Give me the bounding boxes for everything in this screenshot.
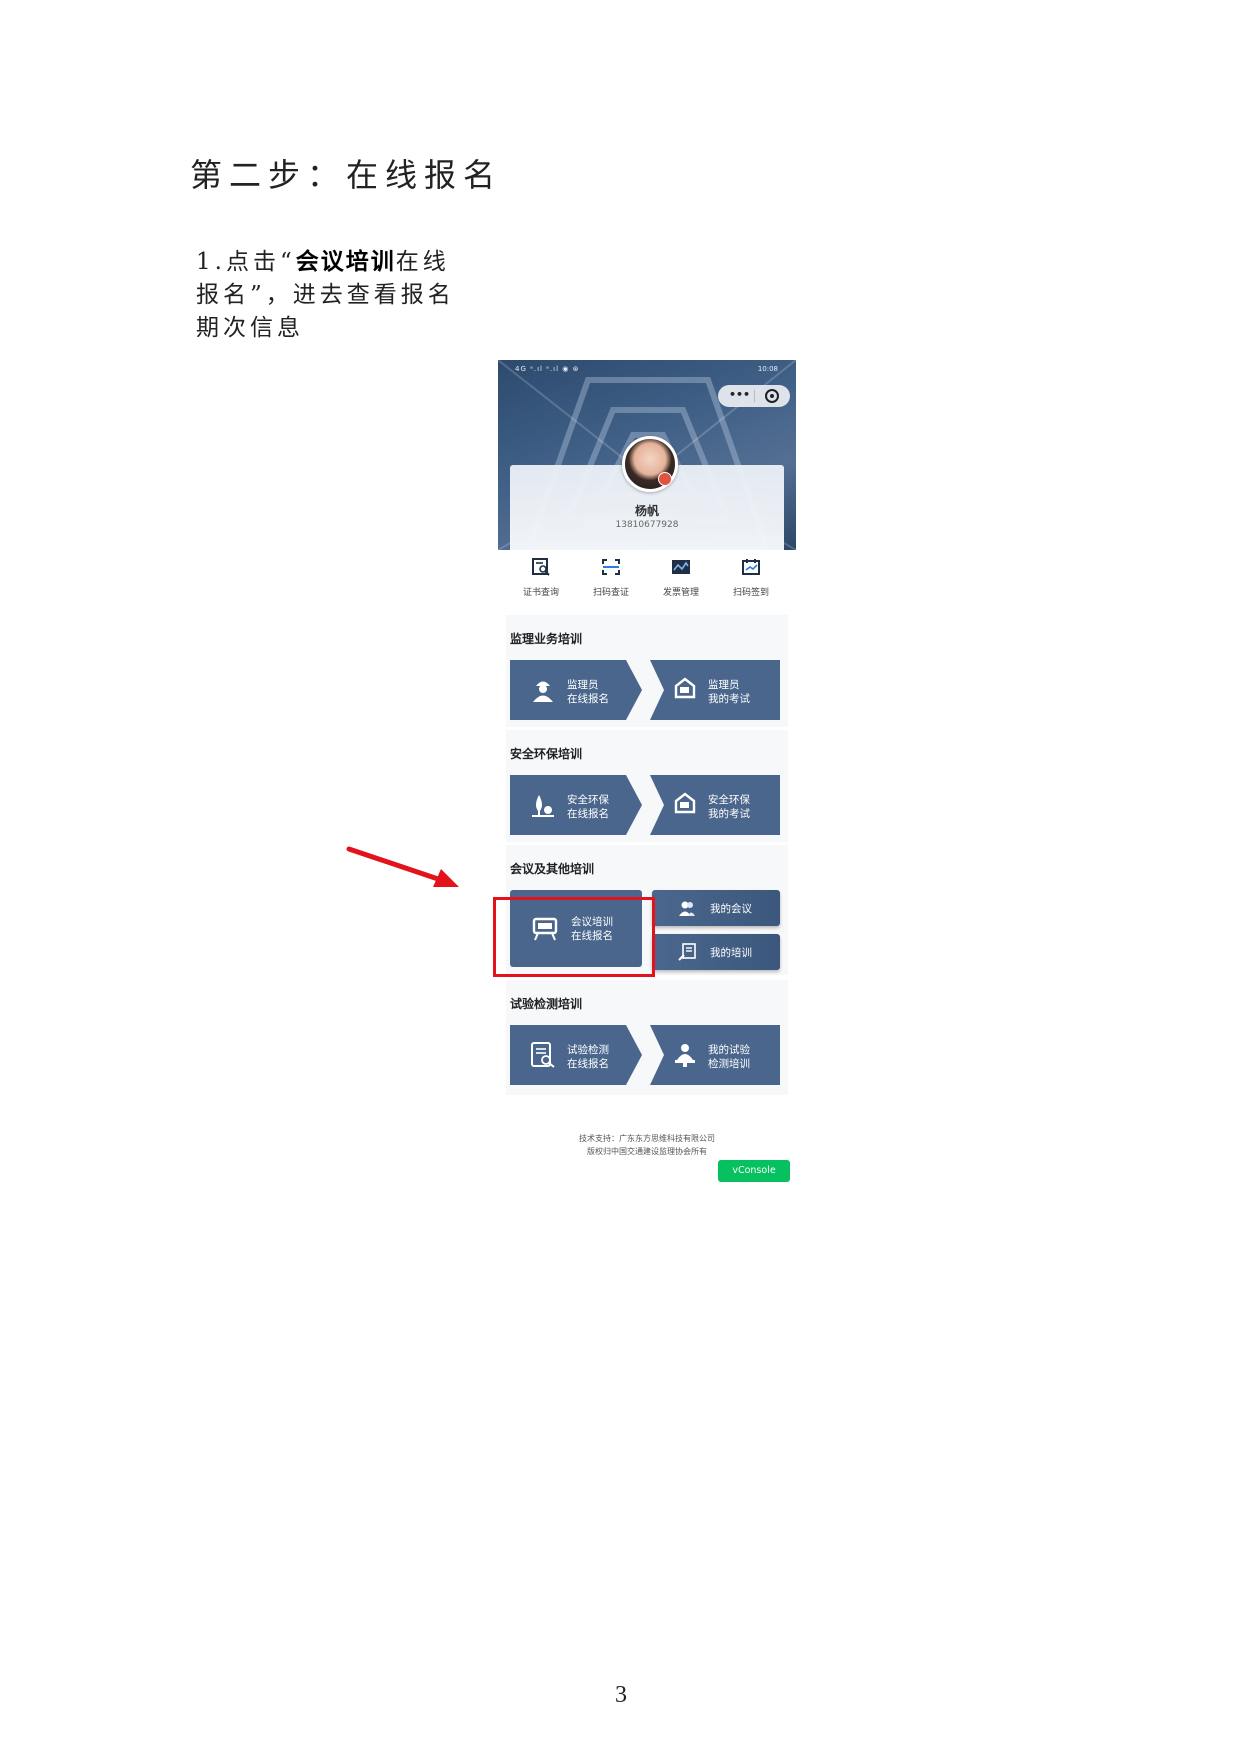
tile-line1: 安全环保 [708,794,750,806]
section-title: 安全环保培训 [510,747,583,761]
testing-signup-tile[interactable]: 试验检测 在线报名 [510,1025,642,1085]
quick-actions: 证书查询 扫码查证 发票管理 扫码签到 [506,550,788,610]
tree-icon [532,795,554,817]
step-emphasis: 会议培训 [295,249,396,275]
capsule-divider [754,390,755,402]
small-tile-label: 我的会议 [710,903,752,915]
quick-label: 发票管理 [662,588,699,598]
certificate-search-icon [532,558,550,576]
tile-line2: 在线报名 [567,693,609,705]
tile-line1: 安全环保 [567,794,609,806]
quick-label: 证书查询 [522,588,559,598]
quick-label: 扫码签到 [732,588,769,598]
my-testing-training-tile[interactable]: 我的试验 检测培训 [650,1025,780,1085]
page-heading: 第二步：在线报名 [190,156,503,194]
my-meetings-button[interactable]: 我的会议 [652,890,780,926]
vconsole-button[interactable]: vConsole [718,1160,790,1182]
small-tile-label: 我的培训 [710,947,752,959]
quick-label: 扫码查证 [592,588,629,598]
tile-line1: 监理员 [567,679,599,691]
lecturer-icon [675,1044,695,1067]
close-icon[interactable] [765,389,779,403]
tile-line1: 试验检测 [567,1044,609,1056]
footer-copyright: 版权归中国交通建设监理协会所有 [587,1147,707,1156]
user-name: 杨帆 [634,504,659,518]
step-instruction: 1.点击“会议培训在线报名”，进去查看报名期次信息 [196,246,456,345]
safety-signup-tile[interactable]: 安全环保 在线报名 [510,775,642,835]
more-icon[interactable]: ••• [729,388,750,401]
training-doc-icon [678,943,696,961]
tile-line2: 在线报名 [567,1058,609,1070]
avatar-badge [658,472,672,486]
invoice-icon [672,560,690,574]
scan-checkin-icon [742,559,760,575]
miniprogram-capsule[interactable]: ••• [718,385,790,407]
quick-certificate-search[interactable]: 证书查询 [506,558,576,598]
status-bar: 4G ᵃ.ıl ᵃ.ıl ◉ ⊛ 10:08 [498,360,796,378]
status-time: 10:08 [757,365,778,373]
section-title: 试验检测培训 [510,997,583,1011]
step-prefix: 1.点击“ [196,249,296,275]
tile-line2: 我的考试 [708,693,750,705]
my-trainings-button[interactable]: 我的培训 [652,934,780,970]
red-arrow-annotation [346,846,459,887]
tile-line2: 在线报名 [567,808,609,820]
exam-pen-icon [674,792,696,814]
tile-line1: 我的试验 [708,1044,750,1056]
tile-line2: 检测培训 [708,1058,750,1070]
section-title: 监理业务培训 [510,632,583,646]
quick-scan-verify[interactable]: 扫码查证 [576,558,646,598]
footer-support: 技术支持：广东东方思维科技有限公司 [579,1134,715,1143]
report-search-icon [531,1042,555,1068]
exam-pen-icon [674,677,696,699]
supervisor-exam-tile[interactable]: 监理员 我的考试 [650,660,780,720]
user-phone: 13810677928 [615,520,679,530]
quick-invoice[interactable]: 发票管理 [646,558,716,598]
status-signal: 4G ᵃ.ıl ᵃ.ıl ◉ ⊛ [515,365,580,373]
supervisor-signup-tile[interactable]: 监理员 在线报名 [510,660,642,720]
page-number: 3 [615,1682,627,1708]
phone-screenshot: 4G ᵃ.ıl ᵃ.ıl ◉ ⊛ 10:08 ••• 杨帆 1381067792… [498,360,796,1182]
quick-scan-checkin[interactable]: 扫码签到 [716,558,786,598]
highlight-box [493,897,655,977]
section-title: 会议及其他培训 [510,862,595,876]
tile-line2: 我的考试 [708,808,750,820]
safety-exam-tile[interactable]: 安全环保 我的考试 [650,775,780,835]
tile-line1: 监理员 [708,679,740,691]
scan-verify-icon [602,559,620,575]
people-icon [679,901,695,916]
worker-icon [533,681,553,702]
